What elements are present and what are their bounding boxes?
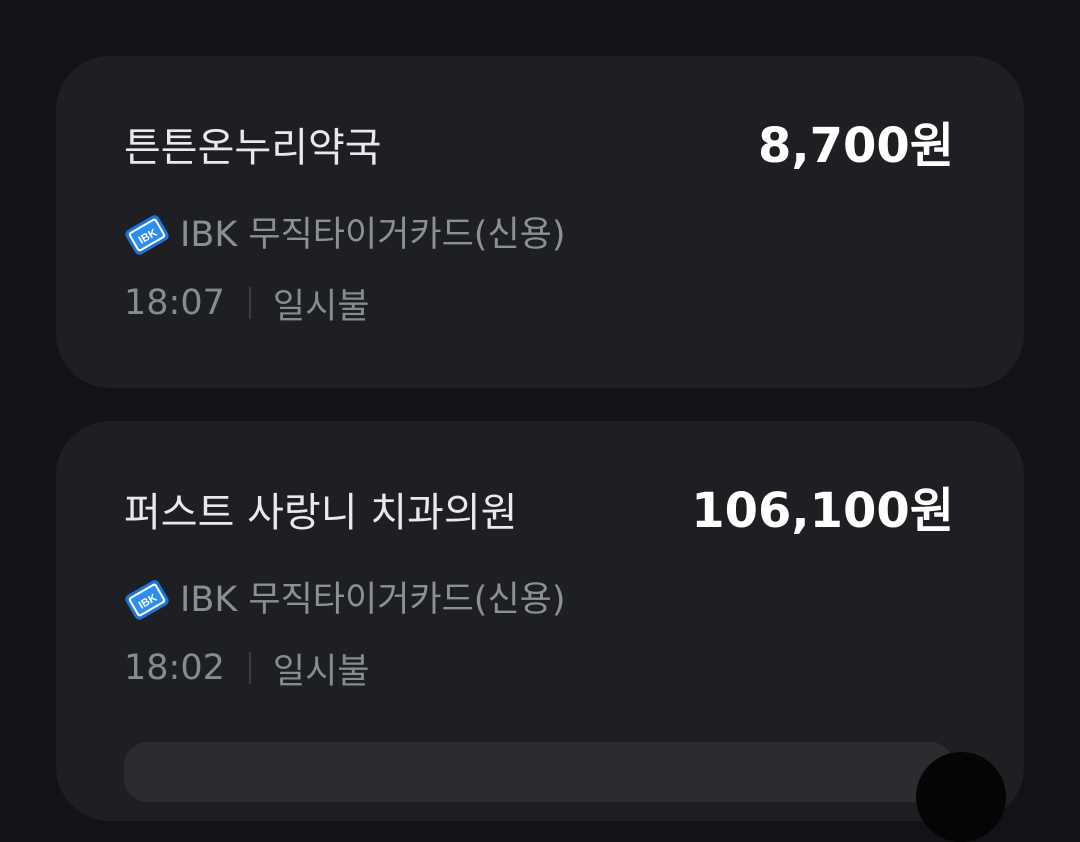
- card-name: IBK 무직타이거카드(신용): [180, 580, 566, 620]
- transaction-meta: 18:02 일시불: [124, 645, 370, 692]
- payment-card-info: IBK IBK 무직타이거카드(신용): [124, 577, 566, 623]
- merchant-name: 튼튼온누리약국: [124, 125, 382, 171]
- ibk-card-icon: IBK: [125, 215, 169, 255]
- transaction-card[interactable]: 퍼스트 사랑니 치과의원 106,100원 IBK IBK 무직타이거카드(신용…: [56, 421, 1024, 821]
- merchant-name: 퍼스트 사랑니 치과의원: [124, 490, 518, 536]
- installment-type: 일시불: [272, 286, 370, 327]
- transaction-time: 18:07: [124, 283, 225, 323]
- transaction-meta: 18:07 일시불: [124, 280, 370, 327]
- payment-card-info: IBK IBK 무직타이거카드(신용): [124, 212, 566, 258]
- ibk-card-icon: IBK: [125, 580, 169, 620]
- meta-divider: [248, 652, 251, 684]
- installment-type: 일시불: [272, 651, 370, 692]
- transaction-card[interactable]: 튼튼온누리약국 8,700원 IBK IBK 무직타이거카드(신용) 18:07…: [56, 56, 1024, 388]
- transaction-amount: 8,700원: [758, 118, 954, 174]
- memo-input-bar[interactable]: [124, 742, 954, 802]
- transaction-time: 18:02: [124, 648, 225, 688]
- floating-action-button[interactable]: [916, 752, 1006, 842]
- card-name: IBK 무직타이거카드(신용): [180, 215, 566, 255]
- meta-divider: [248, 287, 251, 319]
- transaction-amount: 106,100원: [691, 483, 954, 539]
